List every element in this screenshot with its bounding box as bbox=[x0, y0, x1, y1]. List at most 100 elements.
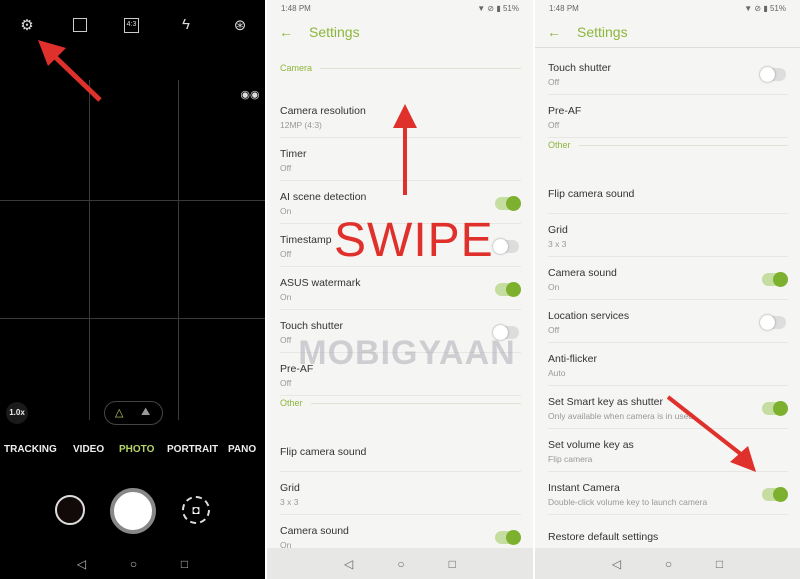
navigation-bar: ◁ ○ □ bbox=[535, 548, 800, 579]
watermark-logo: MOBIGYAAN bbox=[298, 334, 516, 372]
back-arrow-icon[interactable]: ← bbox=[547, 24, 561, 40]
section-header: Other bbox=[548, 140, 788, 150]
setting-value: Off bbox=[548, 325, 560, 335]
grid-line bbox=[178, 80, 179, 420]
back-arrow-icon[interactable]: ← bbox=[279, 24, 293, 40]
toggle-switch[interactable] bbox=[762, 486, 788, 502]
back-icon[interactable]: ◁ bbox=[77, 557, 86, 571]
toggle-switch[interactable] bbox=[493, 238, 519, 254]
setting-grid[interactable]: Grid 3 x 3 bbox=[548, 214, 788, 257]
page-title: Settings bbox=[577, 24, 628, 40]
setting-title: Camera resolution bbox=[280, 105, 366, 117]
setting-instant-camera[interactable]: Instant Camera Double-click volume key to… bbox=[548, 472, 788, 515]
grid-line bbox=[89, 80, 90, 420]
setting-title: Set Smart key as shutter bbox=[548, 396, 663, 408]
section-header: Other bbox=[280, 398, 521, 408]
home-icon[interactable]: ○ bbox=[130, 557, 137, 571]
section-title: Other bbox=[548, 140, 571, 150]
setting-value: 3 x 3 bbox=[548, 239, 567, 249]
landscape-icon[interactable]: △ bbox=[115, 406, 123, 419]
setting-anti-flicker[interactable]: Anti-flicker Auto bbox=[548, 343, 788, 386]
home-icon[interactable]: ○ bbox=[397, 557, 404, 571]
setting-camera-sound[interactable]: Camera sound On bbox=[548, 257, 788, 300]
setting-camera-resolution[interactable]: Camera resolution 12MP (4:3) bbox=[280, 95, 521, 138]
setting-flip-camera-sound[interactable]: Flip camera sound bbox=[548, 172, 788, 214]
toggle-switch[interactable] bbox=[762, 400, 788, 416]
setting-value: 12MP (4:3) bbox=[280, 120, 322, 130]
grid-line bbox=[0, 318, 265, 319]
status-battery: ▼ ⊘ ▮ 51% bbox=[744, 4, 786, 13]
toggle-switch[interactable] bbox=[495, 529, 521, 545]
setting-title: Instant Camera bbox=[548, 482, 620, 494]
switch-camera-icon[interactable]: ◘ bbox=[182, 496, 210, 524]
red-arrow bbox=[38, 40, 102, 102]
recents-icon[interactable]: □ bbox=[716, 557, 723, 571]
setting-value: Flip camera bbox=[548, 454, 593, 464]
section-title: Camera bbox=[280, 63, 313, 73]
setting-value: Only available when camera is in used bbox=[548, 411, 694, 421]
setting-title: Pre-AF bbox=[548, 105, 582, 117]
toggle-switch[interactable] bbox=[495, 195, 521, 211]
setting-title: Anti-flicker bbox=[548, 353, 598, 365]
camera-viewfinder[interactable]: ⚙ 4:3 ϟ ⊛ ◉◉ 1.0x △ ⛰ TRACKING VIDEO PHO… bbox=[0, 0, 265, 579]
back-icon[interactable]: ◁ bbox=[344, 557, 353, 571]
setting-value: Double-click volume key to launch camera bbox=[548, 497, 708, 507]
navigation-bar: ◁ ○ □ bbox=[267, 548, 533, 579]
status-time: 1:48 PM bbox=[549, 4, 579, 13]
mode-video[interactable]: VIDEO bbox=[73, 444, 104, 455]
setting-title: Restore default settings bbox=[548, 531, 659, 543]
settings-screen-1: 1:48 PM ▼ ⊘ ▮ 51% ← Settings Camera Camera… bbox=[267, 0, 533, 579]
section-title: Other bbox=[280, 398, 303, 408]
setting-value: Off bbox=[280, 163, 292, 173]
setting-value: On bbox=[548, 282, 560, 292]
setting-grid[interactable]: Grid 3 x 3 bbox=[280, 472, 521, 515]
mountain-icon[interactable]: ⛰ bbox=[141, 406, 150, 419]
setting-asus-watermark[interactable]: ASUS watermark On bbox=[280, 267, 521, 310]
toggle-switch[interactable] bbox=[762, 271, 788, 287]
setting-value: Auto bbox=[548, 368, 566, 378]
recents-icon[interactable]: □ bbox=[181, 557, 188, 571]
setting-title: Touch shutter bbox=[548, 62, 612, 74]
scene-toggle[interactable]: △ ⛰ bbox=[104, 401, 163, 425]
zoom-button[interactable]: 1.0x bbox=[6, 402, 28, 424]
setting-set-smart-key-as-shutter[interactable]: Set Smart key as shutter Only available w… bbox=[548, 386, 788, 429]
shutter-button[interactable] bbox=[110, 488, 156, 534]
mode-pano[interactable]: PANO bbox=[228, 444, 256, 455]
setting-set-volume-key-as[interactable]: Set volume key as Flip camera bbox=[548, 429, 788, 472]
setting-title: Set volume key as bbox=[548, 439, 634, 451]
status-battery: ▼ ⊘ ▮ 51% bbox=[477, 4, 519, 13]
toggle-switch[interactable] bbox=[495, 281, 521, 297]
back-icon[interactable]: ◁ bbox=[612, 557, 621, 571]
status-time: 1:48 PM bbox=[281, 4, 311, 13]
toggle-switch[interactable] bbox=[760, 314, 786, 330]
setting-value: On bbox=[280, 292, 292, 302]
app-bar: ← Settings bbox=[279, 24, 360, 40]
setting-title: Grid bbox=[548, 224, 568, 236]
swipe-label: SWIPE bbox=[334, 214, 494, 267]
mode-portrait[interactable]: PORTRAIT bbox=[167, 444, 218, 455]
setting-touch-shutter[interactable]: Touch shutter Off bbox=[548, 52, 788, 95]
setting-title: Grid bbox=[280, 482, 300, 494]
app-bar: ← Settings bbox=[547, 24, 628, 40]
toggle-switch[interactable] bbox=[760, 66, 786, 82]
setting-value: Off bbox=[280, 378, 292, 388]
section-header: Camera bbox=[280, 63, 521, 73]
recents-icon[interactable]: □ bbox=[449, 557, 456, 571]
mode-tracking[interactable]: TRACKING bbox=[4, 444, 57, 455]
setting-title: Flip camera sound bbox=[280, 446, 367, 458]
page-title: Settings bbox=[309, 24, 360, 40]
gallery-thumbnail[interactable] bbox=[55, 495, 85, 525]
setting-value: Off bbox=[548, 77, 560, 87]
setting-title: Touch shutter bbox=[280, 320, 344, 332]
setting-title: Location services bbox=[548, 310, 630, 322]
grid-line bbox=[0, 200, 265, 201]
setting-flip-camera-sound[interactable]: Flip camera sound bbox=[280, 430, 521, 472]
setting-timer[interactable]: Timer Off bbox=[280, 138, 521, 181]
setting-value: Off bbox=[548, 120, 560, 130]
setting-location-services[interactable]: Location services Off bbox=[548, 300, 788, 343]
setting-title: Camera sound bbox=[280, 525, 349, 537]
navigation-bar: ◁ ○ □ bbox=[0, 548, 265, 579]
setting-pre-af[interactable]: Pre-AF Off bbox=[548, 95, 788, 138]
home-icon[interactable]: ○ bbox=[665, 557, 672, 571]
mode-photo[interactable]: PHOTO bbox=[119, 444, 154, 455]
